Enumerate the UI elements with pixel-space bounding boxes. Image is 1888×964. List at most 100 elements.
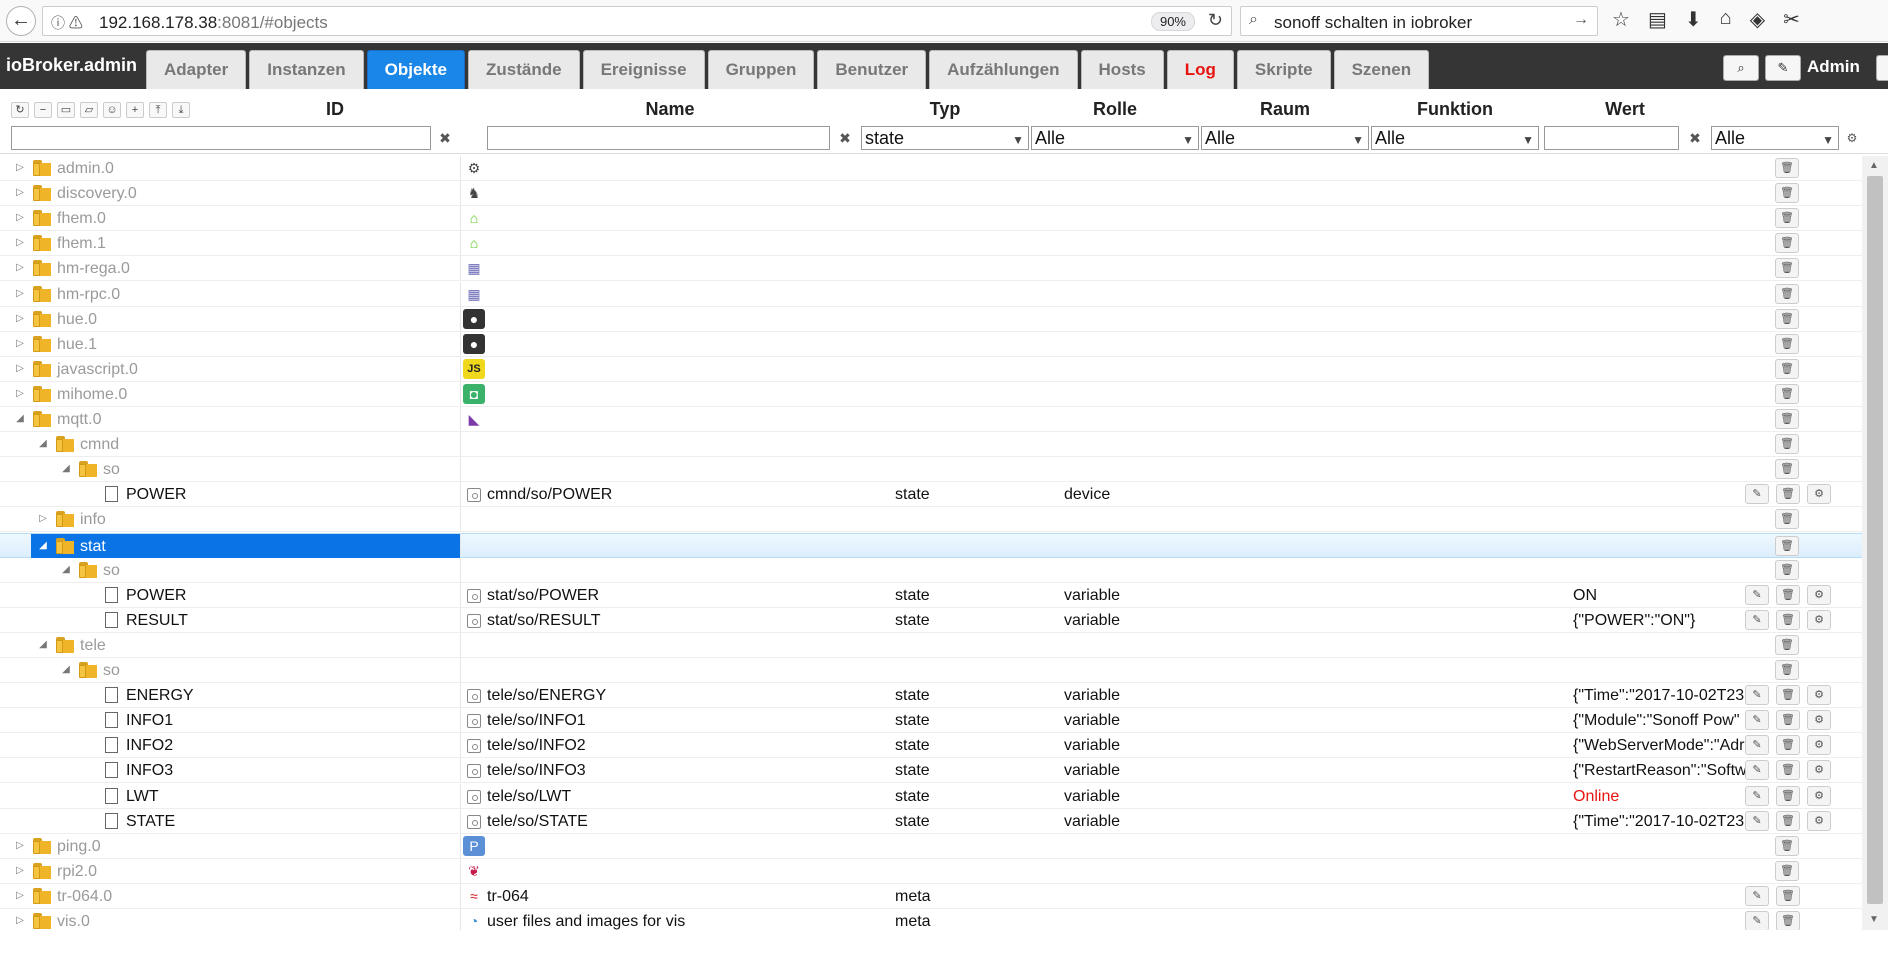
id-cell[interactable]: ▷ hm-rpc.0 (0, 282, 460, 306)
table-row[interactable]: ▷ hue.0 ● 🗑 (0, 306, 1862, 332)
tab-gruppen[interactable]: Gruppen (707, 50, 815, 89)
col-role[interactable]: Rolle (1080, 99, 1150, 120)
pocket-icon[interactable]: ◈ (1750, 7, 1765, 32)
table-row[interactable]: ◢ mqtt.0 ◣ 🗑 (0, 407, 1862, 432)
table-row[interactable]: ENERGY tele/so/ENERGY state variable {"Time"… (0, 683, 1862, 709)
zoom-badge[interactable]: 90% (1150, 12, 1195, 31)
tab-adapter[interactable]: Adapter (146, 50, 247, 89)
delete-button[interactable]: 🗑 (1776, 685, 1800, 706)
folder-open-icon[interactable]: ▱ (80, 102, 98, 118)
id-cell[interactable]: ◢ mqtt.0 (0, 407, 460, 431)
id-cell[interactable]: INFO2 (0, 733, 460, 757)
tab-hosts[interactable]: Hosts (1080, 50, 1164, 89)
id-cell[interactable]: ▷ fhem.1 (0, 231, 460, 255)
delete-button[interactable]: 🗑 (1775, 634, 1799, 655)
col-type[interactable]: Typ (915, 99, 975, 120)
id-cell[interactable]: POWER (0, 583, 460, 607)
tree-collapsed-icon[interactable]: ▷ (14, 863, 26, 879)
id-cell[interactable]: LWT (0, 784, 460, 808)
edit-button[interactable]: ✎ (1745, 584, 1769, 605)
delete-button[interactable]: 🗑 (1776, 584, 1800, 605)
delete-button[interactable]: 🗑 (1776, 885, 1800, 906)
settings-button[interactable]: ⚙ (1807, 584, 1831, 605)
url-bar[interactable]: ⓘ ⚠ 192.168.178.38:8081/#objects 90% ↻ (42, 6, 1232, 36)
settings-button[interactable]: ⚙ (1807, 810, 1831, 831)
header-search-button[interactable]: ⌕ (1723, 55, 1759, 81)
role-filter-select[interactable]: Alle ▼ (1031, 126, 1199, 150)
tree-collapsed-icon[interactable]: ▷ (14, 361, 26, 377)
delete-button[interactable]: 🗑 (1776, 810, 1800, 831)
id-cell[interactable]: ▷ admin.0 (0, 156, 460, 180)
delete-button[interactable]: 🗑 (1776, 735, 1800, 756)
edit-button[interactable]: ✎ (1745, 710, 1769, 731)
table-row[interactable]: ◢ stat 🗑 (0, 532, 1862, 558)
extension-icon[interactable]: ✂ (1783, 7, 1800, 32)
table-row[interactable]: ▷ javascript.0 JS 🗑 (0, 356, 1862, 382)
delete-button[interactable]: 🗑 (1775, 434, 1799, 455)
scroll-up-arrow-icon[interactable]: ▲ (1869, 160, 1879, 171)
tree-collapsed-icon[interactable]: ▷ (14, 185, 26, 201)
table-row[interactable]: ◢ so 🗑 (0, 557, 1862, 583)
edit-button[interactable]: ✎ (1745, 885, 1769, 906)
tab-skripte[interactable]: Skripte (1236, 50, 1331, 89)
delete-button[interactable]: 🗑 (1775, 835, 1799, 856)
delete-button[interactable]: 🗑 (1776, 911, 1800, 930)
delete-button[interactable]: 🗑 (1775, 208, 1799, 229)
tree-collapsed-icon[interactable]: ▷ (14, 838, 26, 854)
edit-button[interactable]: ✎ (1745, 609, 1769, 630)
table-row[interactable]: POWER stat/so/POWER state variable ON ✎ 🗑 ⚙ (0, 582, 1862, 608)
edit-button[interactable]: ✎ (1745, 911, 1769, 930)
delete-button[interactable]: 🗑 (1775, 308, 1799, 329)
value-filter-input[interactable] (1544, 126, 1679, 150)
tree-expanded-icon[interactable]: ◢ (14, 411, 26, 427)
site-info-icon[interactable]: ⓘ ⚠ (51, 13, 83, 33)
id-cell[interactable]: ▷ mihome.0 (0, 382, 460, 406)
id-filter-clear-icon[interactable]: ✖ (434, 127, 456, 149)
delete-button[interactable]: 🗑 (1776, 609, 1800, 630)
delete-button[interactable]: 🗑 (1775, 383, 1799, 404)
home-icon[interactable]: ⌂ (1720, 7, 1732, 32)
id-cell[interactable]: ▷ fhem.0 (0, 206, 460, 230)
name-filter-input[interactable] (487, 126, 830, 150)
table-row[interactable]: INFO3 tele/so/INFO3 state variable {"Restart… (0, 758, 1862, 784)
col-function[interactable]: Funktion (1410, 99, 1500, 120)
user-name[interactable]: Admin (1807, 57, 1860, 77)
tab-benutzer[interactable]: Benutzer (817, 50, 927, 89)
tree-expanded-icon[interactable]: ◢ (37, 637, 49, 653)
id-cell[interactable]: ◢ stat (31, 533, 460, 558)
col-name[interactable]: Name (620, 99, 720, 120)
download-icon[interactable]: ⤓ (172, 102, 190, 118)
tab-aufzählungen[interactable]: Aufzählungen (929, 50, 1078, 89)
id-cell[interactable]: ▷ discovery.0 (0, 181, 460, 205)
tab-szenen[interactable]: Szenen (1333, 50, 1430, 89)
id-cell[interactable]: ▷ javascript.0 (0, 357, 460, 381)
delete-button[interactable]: 🗑 (1775, 860, 1799, 881)
settings-button[interactable]: ⚙ (1807, 710, 1831, 731)
edit-button[interactable]: ✎ (1745, 735, 1769, 756)
tree-collapsed-icon[interactable]: ▷ (14, 311, 26, 327)
tab-ereignisse[interactable]: Ereignisse (582, 50, 705, 89)
tree-collapsed-icon[interactable]: ▷ (14, 210, 26, 226)
tree-collapsed-icon[interactable]: ▷ (14, 336, 26, 352)
search-go-arrow-icon[interactable]: → (1573, 11, 1589, 29)
settings-button[interactable]: ⚙ (1807, 785, 1831, 806)
user-icon[interactable]: ☺ (103, 102, 121, 118)
id-cell[interactable]: INFO3 (0, 758, 460, 782)
header-menu-button[interactable] (1876, 55, 1888, 81)
download-icon[interactable]: ⬇ (1685, 7, 1702, 32)
table-row[interactable]: ▷ fhem.1 ⌂ 🗑 (0, 231, 1862, 257)
delete-button[interactable]: 🗑 (1775, 559, 1799, 580)
id-cell[interactable]: RESULT (0, 608, 460, 632)
id-cell[interactable]: ▷ rpi2.0 (0, 859, 460, 883)
tree-expanded-icon[interactable]: ◢ (60, 562, 72, 578)
delete-button[interactable]: 🗑 (1775, 333, 1799, 354)
table-row[interactable]: RESULT stat/so/RESULT state variable {"POWER… (0, 607, 1862, 633)
id-cell[interactable]: ▷ tr-064.0 (0, 884, 460, 908)
table-row[interactable]: INFO1 tele/so/INFO1 state variable {"Module"… (0, 708, 1862, 734)
reload-icon[interactable]: ↻ (1208, 10, 1223, 31)
tree-collapsed-icon[interactable]: ▷ (14, 386, 26, 402)
table-row[interactable]: POWER cmnd/so/POWER state device ✎ 🗑 ⚙ (0, 482, 1862, 508)
settings-button[interactable]: ⚙ (1807, 735, 1831, 756)
edit-button[interactable]: ✎ (1745, 810, 1769, 831)
table-row[interactable]: ▷ info 🗑 (0, 507, 1862, 533)
